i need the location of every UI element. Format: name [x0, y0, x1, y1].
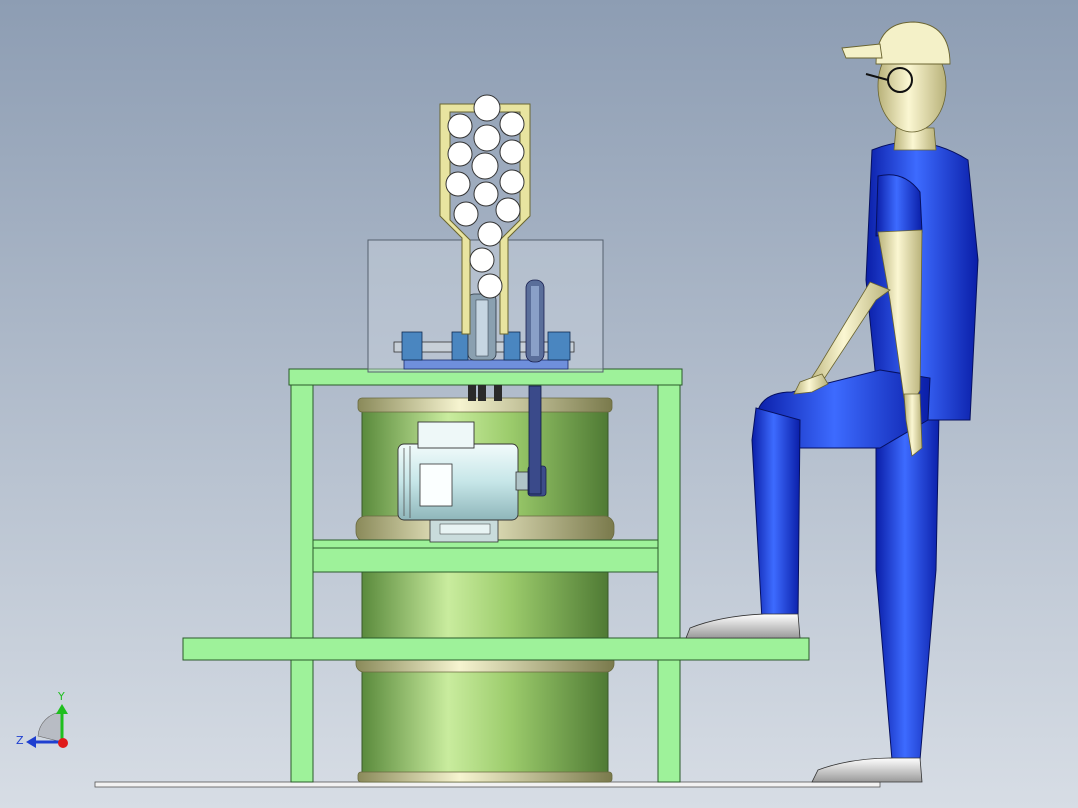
platform-plank	[182, 637, 810, 661]
frame-leg-left	[290, 383, 314, 783]
y-axis-label: Y	[57, 690, 65, 703]
mounting-plate	[403, 359, 569, 370]
roller-stub-right	[494, 385, 502, 401]
floor-plate	[94, 781, 881, 788]
frame-cross-beam	[312, 547, 659, 573]
drum-rim-bottom	[357, 771, 613, 783]
cad-viewport[interactable]: Y Z	[0, 0, 1078, 808]
drive-belt	[528, 385, 542, 495]
z-axis-label: Z	[16, 734, 24, 747]
x-axis-dot	[58, 738, 68, 748]
assembly-drawing: Y Z	[0, 0, 1078, 808]
motor-junction-box	[417, 421, 475, 449]
frame-leg-right	[657, 383, 681, 783]
motor-body	[397, 443, 519, 521]
roller-stub-left	[468, 385, 476, 401]
